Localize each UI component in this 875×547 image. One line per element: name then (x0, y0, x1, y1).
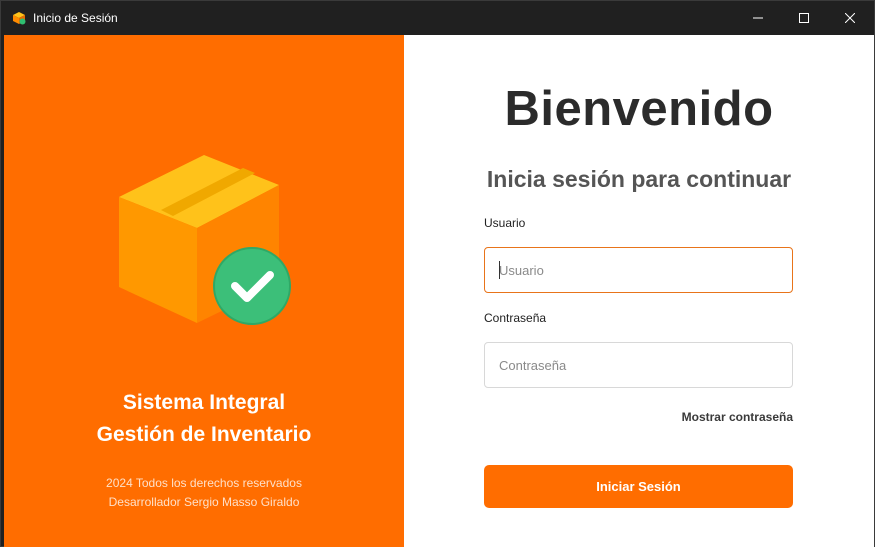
branding-panel: Sistema Integral Gestión de Inventario 2… (4, 35, 404, 547)
welcome-heading: Bienvenido (504, 82, 774, 136)
maximize-icon (799, 13, 809, 23)
window-title: Inicio de Sesión (33, 11, 118, 25)
close-button[interactable] (827, 1, 873, 35)
username-input[interactable] (484, 247, 793, 293)
brand-title-line2: Gestión de Inventario (96, 423, 312, 446)
brand-title: Sistema Integral Gestión de Inventario (4, 387, 404, 451)
title-bar[interactable]: Inicio de Sesión (1, 1, 874, 35)
login-button[interactable]: Iniciar Sesión (484, 465, 793, 508)
username-label: Usuario (484, 216, 526, 230)
login-window: Inicio de Sesión Sistema Integral Gestió… (0, 0, 875, 547)
minimize-icon (753, 17, 763, 19)
maximize-button[interactable] (781, 1, 827, 35)
text-cursor (499, 261, 500, 279)
password-label: Contraseña (484, 311, 547, 325)
copyright-footer: 2024 Todos los derechos reservados Desar… (4, 474, 404, 512)
app-box-icon (13, 12, 26, 25)
package-check-icon (119, 155, 291, 325)
show-password-link[interactable]: Mostrar contraseña (644, 410, 793, 424)
minimize-button[interactable] (735, 1, 781, 35)
login-subtitle: Inicia sesión para continuar (486, 166, 792, 192)
password-input[interactable] (484, 342, 793, 388)
copyright-line: 2024 Todos los derechos reservados (106, 476, 302, 490)
login-form-panel: Bienvenido Inicia sesión para continuar … (404, 35, 874, 547)
developer-line: Desarrollador Sergio Masso Giraldo (108, 495, 300, 509)
close-icon (845, 13, 855, 23)
brand-title-line1: Sistema Integral (122, 391, 286, 414)
